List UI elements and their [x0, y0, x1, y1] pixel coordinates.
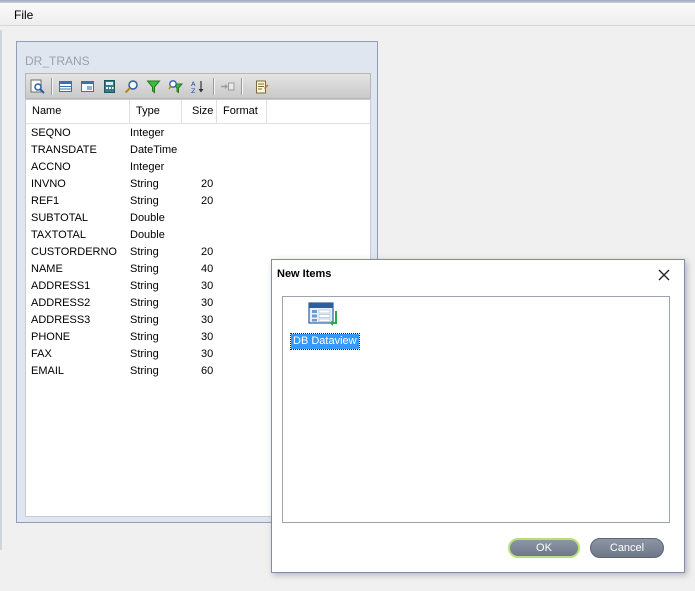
field-type-cell: String — [130, 348, 159, 360]
field-type-cell: Double — [130, 229, 165, 241]
field-type-cell: String — [130, 280, 159, 292]
ok-button[interactable]: OK — [508, 538, 580, 558]
field-name-cell: ACCNO — [31, 161, 71, 173]
window-top-strip — [0, 0, 695, 3]
toolbar-separator — [241, 78, 243, 95]
field-size-cell: 40 — [201, 263, 214, 275]
field-name-cell: PHONE — [31, 331, 71, 343]
table-row[interactable]: SUBTOTAL Double — [26, 210, 370, 227]
table-row[interactable]: INVNO String 20 — [26, 176, 370, 193]
field-name-cell: FAX — [31, 348, 52, 360]
filter-icon[interactable] — [145, 78, 162, 95]
column-header-size[interactable]: Size — [182, 100, 217, 123]
table-row[interactable]: ACCNO Integer — [26, 159, 370, 176]
cancel-button[interactable]: Cancel — [590, 538, 664, 558]
column-header-type[interactable]: Type — [130, 100, 182, 123]
new-items-list: DB Dataview — [282, 296, 670, 523]
field-type-cell: Integer — [130, 161, 165, 173]
field-grid-header: Name Type Size Format — [26, 100, 370, 124]
calculator-icon[interactable] — [101, 78, 118, 95]
field-name-cell: ADDRESS2 — [31, 297, 91, 309]
menu-file[interactable]: File — [10, 8, 37, 23]
close-icon[interactable] — [656, 267, 672, 283]
field-size-cell: 20 — [201, 246, 214, 258]
field-type-cell: Double — [130, 212, 165, 224]
find-filter-icon[interactable] — [167, 78, 184, 95]
field-name-cell: ADDRESS3 — [31, 314, 91, 326]
field-type-cell: Integer — [130, 127, 165, 139]
field-name-cell: TRANSDATE — [31, 144, 97, 156]
table-panel-title: DR_TRANS — [25, 54, 90, 68]
toolbar-separator — [213, 78, 215, 95]
field-type-cell: String — [130, 195, 159, 207]
field-size-cell: 20 — [201, 195, 214, 207]
column-header-name[interactable]: Name — [26, 100, 130, 123]
preview-icon[interactable] — [29, 78, 46, 95]
field-type-cell: String — [130, 365, 159, 377]
table-icon[interactable] — [57, 78, 74, 95]
field-type-cell: DateTime — [130, 144, 178, 156]
field-name-cell: EMAIL — [31, 365, 65, 377]
field-type-cell: String — [130, 246, 159, 258]
field-type-cell: String — [130, 297, 159, 309]
table-toolbar: AZ — [25, 73, 371, 99]
new-item-label: DB Dataview — [290, 333, 360, 350]
field-size-cell: 30 — [201, 297, 214, 309]
field-name-cell: CUSTORDERNO — [31, 246, 117, 258]
table-row[interactable]: TRANSDATE DateTime — [26, 142, 370, 159]
field-name-cell: SUBTOTAL — [31, 212, 89, 224]
field-size-cell: 30 — [201, 348, 214, 360]
new-items-dialog: New Items DB Dataview OK Cancel — [271, 259, 685, 573]
field-name-cell: TAXTOTAL — [31, 229, 87, 241]
field-size-cell: 30 — [201, 314, 214, 326]
sort-icon[interactable]: AZ — [189, 78, 206, 95]
field-size-cell: 30 — [201, 331, 214, 343]
field-name-cell: REF1 — [31, 195, 60, 207]
field-type-cell: String — [130, 331, 159, 343]
field-name-cell: NAME — [31, 263, 63, 275]
menu-bar: File — [0, 0, 695, 26]
toolbar-separator — [51, 78, 53, 95]
find-icon[interactable] — [123, 78, 140, 95]
dialog-title: New Items — [277, 268, 332, 280]
notes-icon[interactable] — [253, 78, 270, 95]
field-size-cell: 30 — [201, 280, 214, 292]
table-properties-icon[interactable] — [79, 78, 96, 95]
table-row[interactable]: REF1 String 20 — [26, 193, 370, 210]
insert-field-icon[interactable] — [219, 78, 236, 95]
field-type-cell: String — [130, 314, 159, 326]
field-type-cell: String — [130, 263, 159, 275]
field-size-cell: 20 — [201, 178, 214, 190]
column-header-format[interactable]: Format — [217, 100, 267, 123]
svg-text:Z: Z — [191, 87, 196, 94]
db-dataview-icon — [307, 301, 341, 329]
table-row[interactable]: SEQNO Integer — [26, 125, 370, 142]
table-row[interactable]: TAXTOTAL Double — [26, 227, 370, 244]
field-size-cell: 60 — [201, 365, 214, 377]
left-edge-strip — [0, 30, 2, 550]
new-item-db-dataview[interactable]: DB Dataview — [290, 301, 360, 351]
field-name-cell: SEQNO — [31, 127, 71, 139]
field-name-cell: INVNO — [31, 178, 66, 190]
field-type-cell: String — [130, 178, 159, 190]
field-name-cell: ADDRESS1 — [31, 280, 91, 292]
